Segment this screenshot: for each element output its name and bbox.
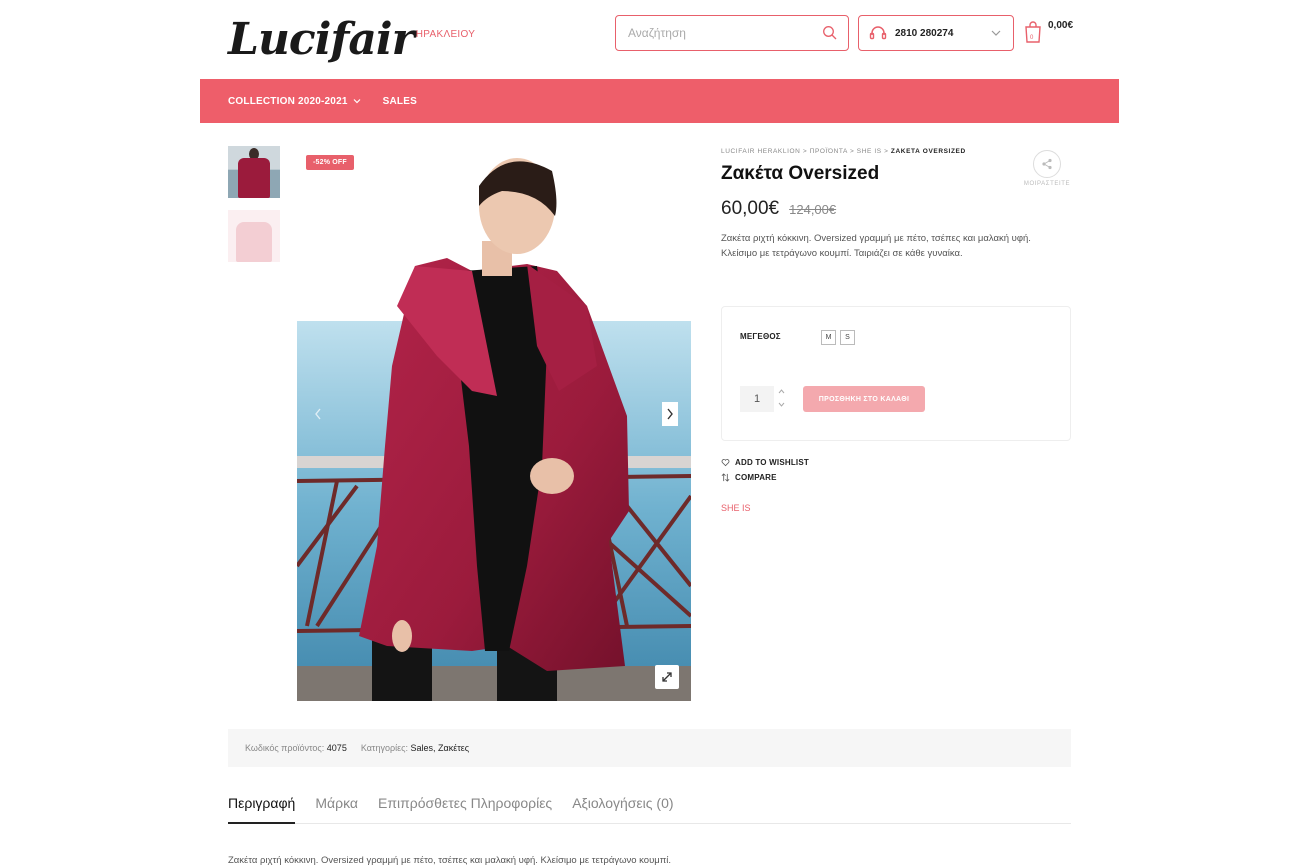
nav-item-label: COLLECTION 2020-2021 bbox=[228, 95, 348, 107]
gallery-prev-button[interactable] bbox=[310, 402, 326, 426]
headset-icon bbox=[869, 26, 887, 40]
size-swatches: M S bbox=[821, 330, 859, 345]
nav-item-label: SALES bbox=[382, 95, 417, 107]
chevron-right-icon bbox=[667, 408, 673, 420]
size-option-s[interactable]: S bbox=[840, 330, 855, 345]
share-icon-wrapper bbox=[1033, 150, 1061, 178]
product-price: 60,00€ 124,00€ bbox=[721, 198, 836, 220]
chevron-left-icon bbox=[315, 408, 321, 420]
expand-icon bbox=[662, 672, 672, 682]
main-nav: COLLECTION 2020-2021 SALES bbox=[200, 79, 1119, 123]
add-to-cart-form: ΜΕΓΕΘΟΣ M S 1 ΠΡΟΣΘΗΚΗ ΣΤΟ ΚΑΛΑΘΙ bbox=[721, 306, 1071, 441]
share-icon bbox=[1042, 158, 1052, 170]
site-logo[interactable]: Lucifair ΗΡΑΚΛΕΙΟΥ bbox=[228, 0, 475, 62]
category-link-sales[interactable]: Sales bbox=[410, 743, 433, 753]
logo-script: Lucifair bbox=[228, 14, 415, 65]
sku-value: 4075 bbox=[326, 743, 347, 753]
share-label: ΜΟΙΡΑΣΤΕΙΤΕ bbox=[1023, 181, 1071, 187]
quantity-stepper: 1 bbox=[740, 386, 792, 412]
phone-dropdown[interactable]: 2810 280274 bbox=[858, 15, 1014, 51]
add-to-cart-button[interactable]: ΠΡΟΣΘΗΚΗ ΣΤΟ ΚΑΛΑΘΙ bbox=[803, 386, 925, 412]
chevron-down-icon bbox=[991, 30, 1001, 36]
nav-item-collection[interactable]: COLLECTION 2020-2021 bbox=[228, 96, 361, 107]
cart-button[interactable]: 0 0,00€ bbox=[1023, 18, 1083, 48]
quantity-input[interactable]: 1 bbox=[740, 386, 774, 412]
breadcrumb-current: ΖΑΚΕΤΑ OVERSIZED bbox=[890, 148, 966, 155]
thumb-figure-coat bbox=[238, 158, 270, 198]
gallery-next-button[interactable] bbox=[662, 402, 678, 426]
breadcrumb-home[interactable]: LUCIFAIR HERAKLION bbox=[721, 148, 800, 155]
breadcrumb-separator: > bbox=[849, 148, 857, 155]
chevron-up-icon bbox=[778, 389, 784, 394]
breadcrumb-separator: > bbox=[884, 148, 891, 155]
tab-description-content: Ζακέτα ριχτή κόκκινη. Oversized γραμμή μ… bbox=[228, 855, 672, 866]
current-price: 60,00€ bbox=[721, 198, 780, 219]
product-main-image[interactable] bbox=[297, 146, 691, 701]
search-icon[interactable] bbox=[822, 25, 838, 41]
breadcrumb-category[interactable]: SHE IS bbox=[857, 148, 882, 155]
tab-additional-info[interactable]: Επιπρόσθετες Πληροφορίες bbox=[378, 795, 552, 824]
tab-reviews[interactable]: Αξιολογήσεις (0) bbox=[572, 795, 673, 824]
tab-description[interactable]: Περιγραφή bbox=[228, 795, 296, 824]
categories-label: Κατηγορίες: bbox=[360, 743, 408, 753]
shopping-bag-icon: 0 bbox=[1025, 21, 1041, 43]
breadcrumb-products[interactable]: ΠΡΟΪΌΝΤΑ bbox=[810, 148, 848, 155]
logo-subtitle: ΗΡΑΚΛΕΙΟΥ bbox=[415, 29, 476, 40]
heart-icon bbox=[721, 459, 730, 467]
compare-link[interactable]: COMPARE bbox=[721, 473, 777, 482]
product-photo bbox=[297, 146, 691, 701]
product-meta: Κωδικός προϊόντος: 4075 Κατηγορίες: Sale… bbox=[228, 729, 1071, 767]
thumb-figure-coat bbox=[236, 222, 272, 262]
sku-label: Κωδικός προϊόντος: bbox=[245, 743, 325, 753]
product-tabs: Περιγραφή Μάρκα Επιπρόσθετες Πληροφορίες… bbox=[228, 795, 1071, 824]
share-button[interactable]: ΜΟΙΡΑΣΤΕΙΤΕ bbox=[1021, 150, 1073, 187]
short-description: Ζακέτα ριχτή κόκκινη. Oversized γραμμή μ… bbox=[721, 233, 1031, 259]
sale-badge: -52% OFF bbox=[306, 155, 354, 170]
gallery-thumbnail-1[interactable] bbox=[228, 146, 280, 198]
page: Lucifair ΗΡΑΚΛΕΙΟΥ 2810 280274 0 0,00€ bbox=[0, 0, 1300, 867]
breadcrumb-separator: > bbox=[802, 148, 810, 155]
quantity-arrows bbox=[774, 386, 788, 412]
brand-link[interactable]: SHE IS bbox=[721, 503, 751, 513]
size-label: ΜΕΓΕΘΟΣ bbox=[740, 332, 781, 341]
product-title: Ζακέτα Oversized bbox=[721, 163, 880, 184]
cart-total: 0,00€ bbox=[1048, 20, 1074, 31]
old-price: 124,00€ bbox=[789, 202, 837, 217]
quantity-decrease-button[interactable] bbox=[778, 402, 785, 409]
zoom-button[interactable] bbox=[655, 665, 679, 689]
category-link-jackets[interactable]: Ζακέτες bbox=[438, 743, 469, 753]
add-to-wishlist-link[interactable]: ADD TO WISHLIST bbox=[721, 458, 809, 467]
chevron-down-icon bbox=[353, 99, 361, 104]
nav-item-sales[interactable]: SALES bbox=[383, 96, 417, 107]
svg-text:0: 0 bbox=[1030, 35, 1034, 41]
phone-number: 2810 280274 bbox=[895, 27, 954, 39]
wishlist-label: ADD TO WISHLIST bbox=[735, 458, 809, 467]
quantity-increase-button[interactable] bbox=[778, 389, 785, 396]
tab-brand[interactable]: Μάρκα bbox=[315, 795, 358, 824]
size-option-m[interactable]: M bbox=[821, 330, 836, 345]
search-box bbox=[615, 15, 849, 51]
breadcrumb: LUCIFAIR HERAKLION > ΠΡΟΪΌΝΤΑ > SHE IS >… bbox=[721, 148, 966, 155]
chevron-down-icon bbox=[778, 402, 784, 407]
gallery-thumbnail-2[interactable] bbox=[228, 210, 280, 262]
search-input[interactable] bbox=[628, 26, 808, 40]
compare-label: COMPARE bbox=[735, 473, 777, 482]
compare-arrows-icon bbox=[721, 473, 730, 482]
